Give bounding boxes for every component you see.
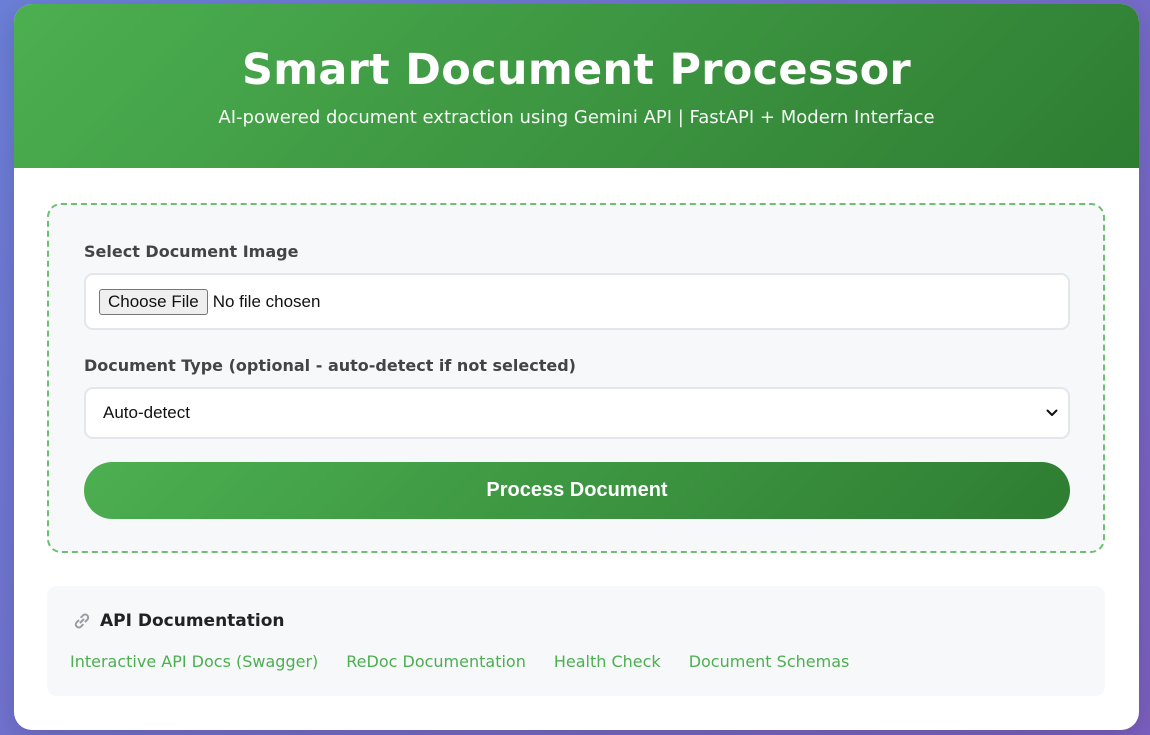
- link-icon: [72, 611, 92, 631]
- swagger-docs-link[interactable]: Interactive API Docs (Swagger): [70, 652, 318, 671]
- file-status-text: No file chosen: [212, 291, 321, 311]
- document-type-selected-value: Auto-detect: [103, 403, 190, 422]
- redoc-docs-link[interactable]: ReDoc Documentation: [346, 652, 526, 671]
- document-type-label: Document Type (optional - auto-detect if…: [84, 356, 576, 375]
- main-card: Smart Document Processor AI-powered docu…: [14, 4, 1139, 730]
- upload-form: Select Document Image Choose File No fil…: [47, 203, 1105, 553]
- api-documentation-section: API Documentation Interactive API Docs (…: [47, 586, 1105, 696]
- api-links: Interactive API Docs (Swagger) ReDoc Doc…: [70, 652, 849, 671]
- header: Smart Document Processor AI-powered docu…: [14, 4, 1139, 168]
- file-input[interactable]: Choose File No file chosen: [84, 273, 1070, 330]
- process-document-button[interactable]: Process Document: [84, 462, 1070, 519]
- file-input-label: Select Document Image: [84, 242, 299, 261]
- choose-file-button[interactable]: Choose File: [99, 288, 208, 315]
- chevron-down-icon: [1046, 407, 1058, 419]
- api-documentation-title: API Documentation: [100, 611, 285, 631]
- document-schemas-link[interactable]: Document Schemas: [689, 652, 850, 671]
- health-check-link[interactable]: Health Check: [554, 652, 661, 671]
- page-title: Smart Document Processor: [241, 45, 912, 95]
- api-documentation-heading: API Documentation: [72, 611, 285, 631]
- page-subtitle: AI-powered document extraction using Gem…: [218, 107, 935, 128]
- document-type-select[interactable]: Auto-detect: [84, 387, 1070, 439]
